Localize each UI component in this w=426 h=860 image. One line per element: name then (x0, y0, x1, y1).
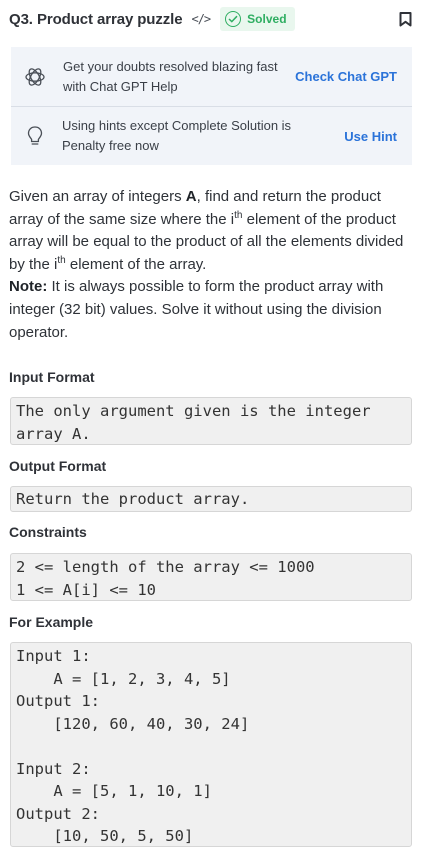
desc-part4: element of the array. (65, 255, 207, 273)
solved-badge: Solved (220, 7, 295, 31)
chatgpt-help-line1: Get your doubts resolved blazing fast (63, 58, 278, 74)
lightbulb-icon (27, 126, 43, 145)
problem-description: Given an array of integers A, find and r… (9, 186, 409, 344)
desc-part1: Given an array of integers (9, 188, 186, 205)
note-text: It is always possible to form the produc… (9, 278, 384, 341)
chatgpt-help-text: Get your doubts resolved blazing fast wi… (63, 57, 278, 97)
input-format-box: The only argument given is the integer a… (10, 397, 412, 445)
note-label: Note: (9, 278, 48, 296)
openai-logo-icon (25, 67, 45, 86)
example-box: Input 1: A = [1, 2, 3, 4, 5] Output 1: [… (10, 642, 412, 847)
problem-title: Q3. Product array puzzle (9, 10, 183, 28)
desc-array-name: A (185, 188, 197, 205)
use-hint-link[interactable]: Use Hint (344, 129, 397, 144)
input-format-title: Input Format (9, 369, 95, 385)
example-title: For Example (9, 614, 94, 630)
constraints-box: 2 <= length of the array <= 1000 1 <= A[… (10, 553, 412, 601)
problem-header: Q3. Product array puzzle </> Solved (9, 6, 412, 32)
hint-line2: Penalty free now (62, 138, 159, 153)
code-icon[interactable]: </> (191, 12, 211, 26)
chatgpt-help-banner: Get your doubts resolved blazing fast wi… (11, 47, 412, 107)
output-format-title: Output Format (9, 458, 107, 474)
check-circle-icon (225, 11, 242, 27)
check-chatgpt-link[interactable]: Check Chat GPT (295, 69, 397, 84)
hint-banner: Using hints except Complete Solution is … (11, 107, 412, 165)
solved-label: Solved (247, 12, 287, 26)
bookmark-icon[interactable] (399, 12, 412, 27)
constraints-title: Constraints (9, 524, 87, 540)
desc-sup2: th (57, 254, 66, 266)
hint-line1: Using hints except Complete Solution is (62, 118, 292, 133)
hint-text: Using hints except Complete Solution is … (62, 116, 291, 156)
chatgpt-help-line2: with Chat GPT Help (63, 78, 178, 94)
output-format-box: Return the product array. (10, 486, 412, 512)
